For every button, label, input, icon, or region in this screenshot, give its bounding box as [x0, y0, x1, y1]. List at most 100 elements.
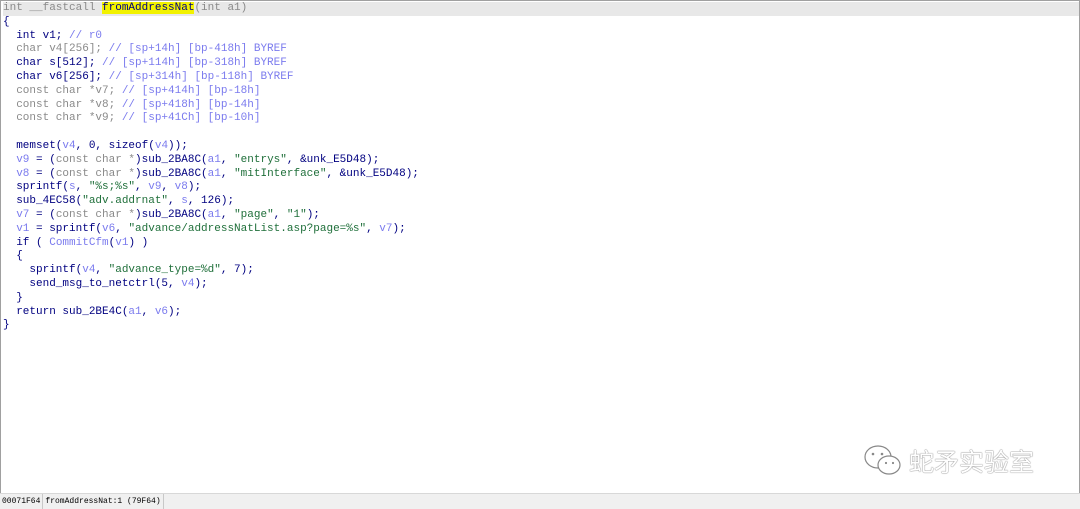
code-token: int v1;: [3, 29, 70, 42]
code-token: const char *: [55, 208, 136, 221]
code-line[interactable]: return sub_2BE4C(a1, v6);: [3, 306, 1079, 320]
code-line[interactable]: sprintf(s, "%s;%s", v9, v8);: [3, 181, 1079, 195]
code-token: // [sp+418h] [bp-14h]: [121, 98, 261, 111]
code-token: );: [168, 305, 182, 318]
code-token: )sub_2BA8C(: [135, 208, 208, 221]
watermark: 蛇矛实验室: [863, 443, 1034, 479]
code-token: // [sp+114h] [bp-318h] BYREF: [102, 57, 287, 70]
code-token: ,: [95, 264, 109, 277]
watermark-text: 蛇矛实验室: [909, 448, 1035, 477]
code-line[interactable]: int v1; // r0: [3, 30, 1079, 44]
code-token: // r0: [69, 29, 103, 42]
code-line[interactable]: v9 = (const char *)sub_2BA8C(a1, "entrys…: [3, 154, 1079, 168]
code-line[interactable]: send_msg_to_netctrl(5, v4);: [3, 278, 1079, 292]
code-token: char v4[256];: [3, 43, 109, 56]
code-token: ,: [135, 181, 149, 194]
code-line[interactable]: const char *v9; // [sp+41Ch] [bp-10h]: [3, 112, 1079, 126]
code-token: s: [181, 195, 188, 208]
code-token: v4: [62, 139, 76, 152]
code-token: ,: [115, 222, 129, 235]
highlighted-function-name: fromAddressNat: [102, 2, 195, 14]
code-token: = (: [29, 208, 56, 221]
code-line[interactable]: char v4[256]; // [sp+14h] [bp-418h] BYRE…: [3, 43, 1079, 57]
code-token: a1: [207, 153, 221, 166]
code-token: s: [69, 181, 76, 194]
code-line[interactable]: v7 = (const char *)sub_2BA8C(a1, "page",…: [3, 209, 1079, 223]
code-token: "1": [286, 208, 307, 221]
wechat-icon: [864, 445, 901, 475]
code-token: );: [306, 208, 320, 221]
code-token: const char *v7;: [3, 84, 122, 97]
code-token: "advance_type=%d": [108, 264, 221, 277]
code-token: , &unk_E5D48);: [326, 167, 419, 180]
code-token: );: [194, 277, 208, 290]
code-token: "adv.addrnat": [82, 195, 169, 208]
code-token: "advance/addressNatList.asp?page=%s": [128, 222, 367, 235]
code-token: , 126);: [187, 195, 235, 208]
code-token: );: [187, 181, 202, 194]
code-token: ,: [220, 153, 235, 166]
code-token: sprintf(: [3, 264, 83, 277]
status-address: 00071F64: [0, 494, 44, 509]
code-token: (int a1): [194, 2, 248, 14]
code-token: }: [3, 319, 10, 332]
code-line[interactable]: if ( CommitCfm(v1) ): [3, 237, 1079, 251]
code-token: const char *v9;: [3, 112, 122, 125]
code-token: ));: [168, 139, 188, 152]
code-token: ,: [75, 181, 89, 194]
code-token: {: [3, 15, 10, 28]
code-line[interactable]: [3, 126, 1079, 140]
code-line[interactable]: v8 = (const char *)sub_2BA8C(a1, "mitInt…: [3, 168, 1079, 182]
code-token: CommitCfm: [49, 236, 109, 249]
code-token: ,: [161, 181, 175, 194]
code-line[interactable]: v1 = sprintf(v6, "advance/addressNatList…: [3, 223, 1079, 237]
code-token: , &unk_E5D48);: [286, 153, 380, 166]
status-bar: 00071F64 fromAddressNat:1 (79F64): [0, 493, 1080, 509]
code-line[interactable]: const char *v8; // [sp+418h] [bp-14h]: [3, 99, 1079, 113]
code-line[interactable]: sprintf(v4, "advance_type=%d", 7);: [3, 264, 1079, 278]
code-token: = sprintf(: [29, 222, 103, 235]
code-token: ,: [273, 208, 287, 221]
function-signature[interactable]: int __fastcall fromAddressNat(int a1): [3, 2, 1079, 16]
code-line[interactable]: {: [3, 250, 1079, 264]
code-token: ,: [366, 222, 380, 235]
pseudocode-window: int __fastcall fromAddressNat(int a1){ i…: [0, 0, 1080, 509]
code-token: ,: [141, 305, 155, 318]
code-line[interactable]: }: [3, 292, 1079, 306]
code-line[interactable]: const char *v7; // [sp+414h] [bp-18h]: [3, 85, 1079, 99]
code-token: a1: [128, 305, 142, 318]
code-token: v8: [16, 167, 30, 180]
code-token: a1: [207, 208, 221, 221]
code-token: a1: [207, 167, 221, 180]
code-token: ) ): [128, 236, 149, 249]
code-token: // [sp+41Ch] [bp-10h]: [121, 112, 261, 125]
code-line[interactable]: char s[512]; // [sp+114h] [bp-318h] BYRE…: [3, 57, 1079, 71]
code-token: , 7);: [220, 264, 254, 277]
code-token: sprintf(: [3, 181, 70, 194]
code-line[interactable]: }: [3, 319, 1079, 333]
code-token: v6: [154, 305, 169, 318]
code-line[interactable]: memset(v4, 0, sizeof(v4));: [3, 140, 1079, 154]
code-line[interactable]: char v6[256]; // [sp+314h] [bp-118h] BYR…: [3, 71, 1079, 85]
code-token: sub_4EC58(: [3, 195, 83, 208]
code-token: v4: [181, 277, 195, 290]
code-line[interactable]: {: [3, 16, 1079, 30]
code-token: )sub_2BA8C(: [135, 167, 208, 180]
code-token: // [sp+414h] [bp-18h]: [121, 84, 261, 97]
code-token: "entrys": [234, 153, 287, 166]
status-location: fromAddressNat:1 (79F64): [43, 494, 164, 509]
code-line[interactable]: sub_4EC58("adv.addrnat", s, 126);: [3, 195, 1079, 209]
code-token: = (: [29, 153, 56, 166]
code-token: // [sp+314h] [bp-118h] BYREF: [108, 70, 294, 83]
code-token: {: [3, 250, 23, 263]
pseudocode-view[interactable]: int __fastcall fromAddressNat(int a1){ i…: [3, 2, 1079, 333]
code-token: ,: [220, 208, 235, 221]
code-token: v4: [82, 264, 96, 277]
code-token: v7: [16, 208, 30, 221]
code-token: ,: [168, 195, 182, 208]
code-token: v1: [16, 222, 30, 235]
